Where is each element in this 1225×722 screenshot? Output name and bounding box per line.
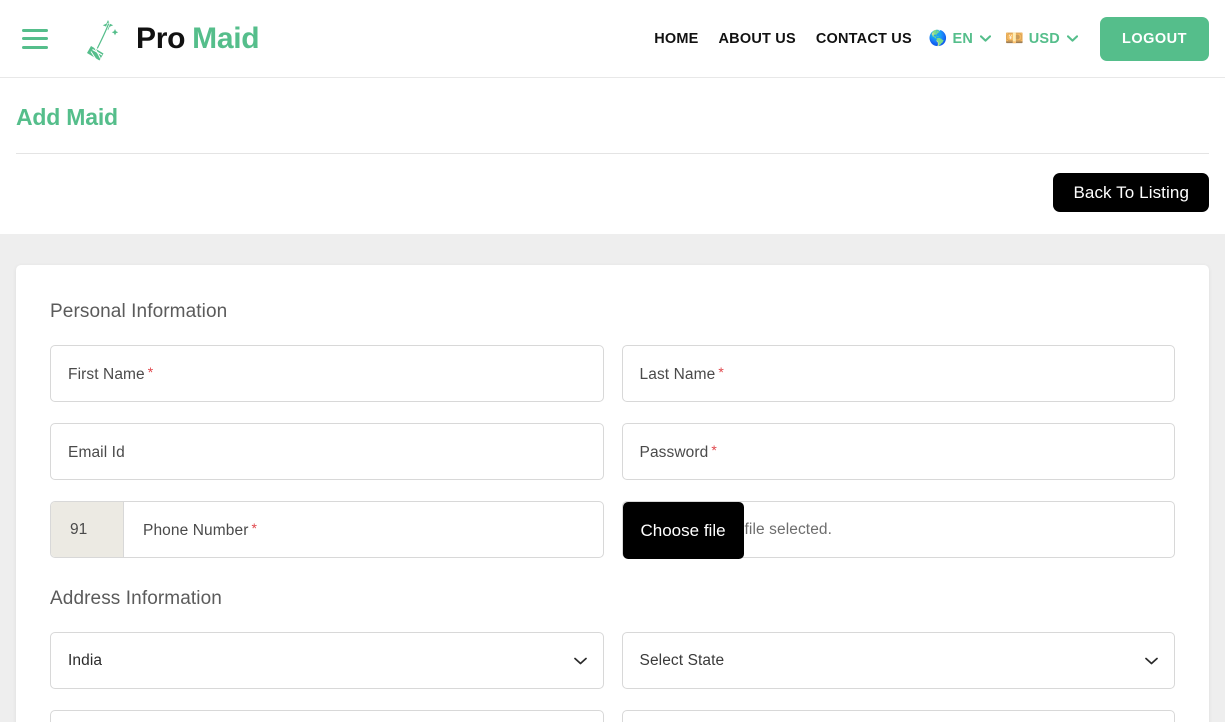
hamburger-bar <box>22 28 48 32</box>
state-selected-value: Select State <box>639 651 725 669</box>
hamburger-bar <box>22 37 48 40</box>
email-input[interactable]: Email Id <box>50 423 604 480</box>
last-name-input[interactable]: Last Name * <box>621 345 1175 402</box>
form-col-address-b <box>621 710 1175 722</box>
phone-number-input[interactable]: Phone Number * <box>124 502 603 557</box>
brand-name-pro: Pro <box>136 21 186 55</box>
choose-file-button[interactable]: Choose file <box>622 502 744 559</box>
required-asterisk: * <box>711 441 717 458</box>
logout-button[interactable]: LOGOUT <box>1099 16 1209 61</box>
hamburger-menu-icon[interactable] <box>22 28 48 49</box>
brand-name: Pro Maid <box>136 21 260 56</box>
main-navigation: HOME ABOUT US CONTACT US 🌎 EN 💴 USD LOGO… <box>654 16 1209 61</box>
chevron-down-icon <box>1145 657 1158 664</box>
hamburger-bar <box>22 45 48 49</box>
password-label: Password * <box>639 441 717 461</box>
page-title-bar: Add Maid <box>0 78 1225 154</box>
section-heading-personal-information: Personal Information <box>50 301 228 322</box>
form-row-phone-file: 91 Phone Number * Choose file file select… <box>50 501 1175 559</box>
last-name-label: Last Name * <box>639 363 724 383</box>
section-heading-address-information: Address Information <box>50 588 222 609</box>
required-asterisk: * <box>147 363 154 380</box>
profile-photo-file-field[interactable]: Choose file file selected. <box>621 501 1175 559</box>
required-asterisk: * <box>251 519 258 536</box>
state-select[interactable]: Select State <box>621 632 1175 689</box>
country-select[interactable]: India <box>50 632 604 689</box>
add-maid-form-card: Personal Information First Name * Last Na… <box>16 265 1209 722</box>
form-col-password: Password * <box>621 423 1175 480</box>
form-col-phone: 91 Phone Number * <box>50 501 604 558</box>
globe-icon: 🌎 <box>928 30 948 47</box>
language-selector[interactable]: 🌎 EN <box>922 31 998 47</box>
form-col-first-name: First Name * <box>50 345 604 402</box>
broom-sparkle-logo-icon <box>78 15 119 62</box>
back-to-listing-button[interactable]: Back To Listing <box>1053 173 1209 212</box>
content-area: Personal Information First Name * Last Na… <box>0 234 1225 722</box>
nav-link-contact-us[interactable]: CONTACT US <box>806 31 922 47</box>
form-col-state: Select State <box>621 632 1175 689</box>
form-col-country: India <box>50 632 604 689</box>
form-col-email: Email Id <box>50 423 604 480</box>
nav-link-home[interactable]: HOME <box>654 31 708 47</box>
first-name-label: First Name * <box>68 363 154 383</box>
address-input-b[interactable] <box>621 710 1175 722</box>
form-col-address-a <box>50 710 604 722</box>
nav-link-about-us[interactable]: ABOUT US <box>709 31 806 47</box>
form-row-credentials: Email Id Password * <box>50 423 1175 480</box>
phone-country-code[interactable]: 91 <box>51 502 124 557</box>
address-input-a[interactable] <box>50 710 604 722</box>
page-action-bar: Back To Listing <box>0 154 1225 234</box>
first-name-input[interactable]: First Name * <box>50 345 604 402</box>
phone-number-group: 91 Phone Number * <box>50 501 604 558</box>
form-row-address-line <box>50 710 1175 722</box>
site-header: Pro Maid HOME ABOUT US CONTACT US 🌎 EN 💴 … <box>0 0 1225 78</box>
page-title: Add Maid <box>16 104 118 130</box>
form-col-file: Choose file file selected. <box>621 501 1175 559</box>
language-label: EN <box>952 30 974 47</box>
money-icon: 💴 <box>1005 30 1024 47</box>
form-row-country-state: India Select State <box>50 632 1175 689</box>
phone-number-label: Phone Number * <box>143 519 258 539</box>
required-asterisk: * <box>718 363 724 380</box>
form-col-last-name: Last Name * <box>621 345 1175 402</box>
currency-selector[interactable]: 💴 USD <box>998 31 1085 47</box>
brand-logo-link[interactable]: Pro Maid <box>75 13 260 65</box>
form-row-names: First Name * Last Name * <box>50 345 1175 402</box>
chevron-down-icon <box>980 35 992 42</box>
chevron-down-icon <box>573 657 587 664</box>
email-label: Email Id <box>68 443 125 461</box>
country-selected-value: India <box>68 651 103 669</box>
password-input[interactable]: Password * <box>621 423 1175 480</box>
chevron-down-icon <box>1066 35 1078 42</box>
currency-label: USD <box>1028 30 1060 47</box>
brand-name-maid: Maid <box>192 21 260 55</box>
